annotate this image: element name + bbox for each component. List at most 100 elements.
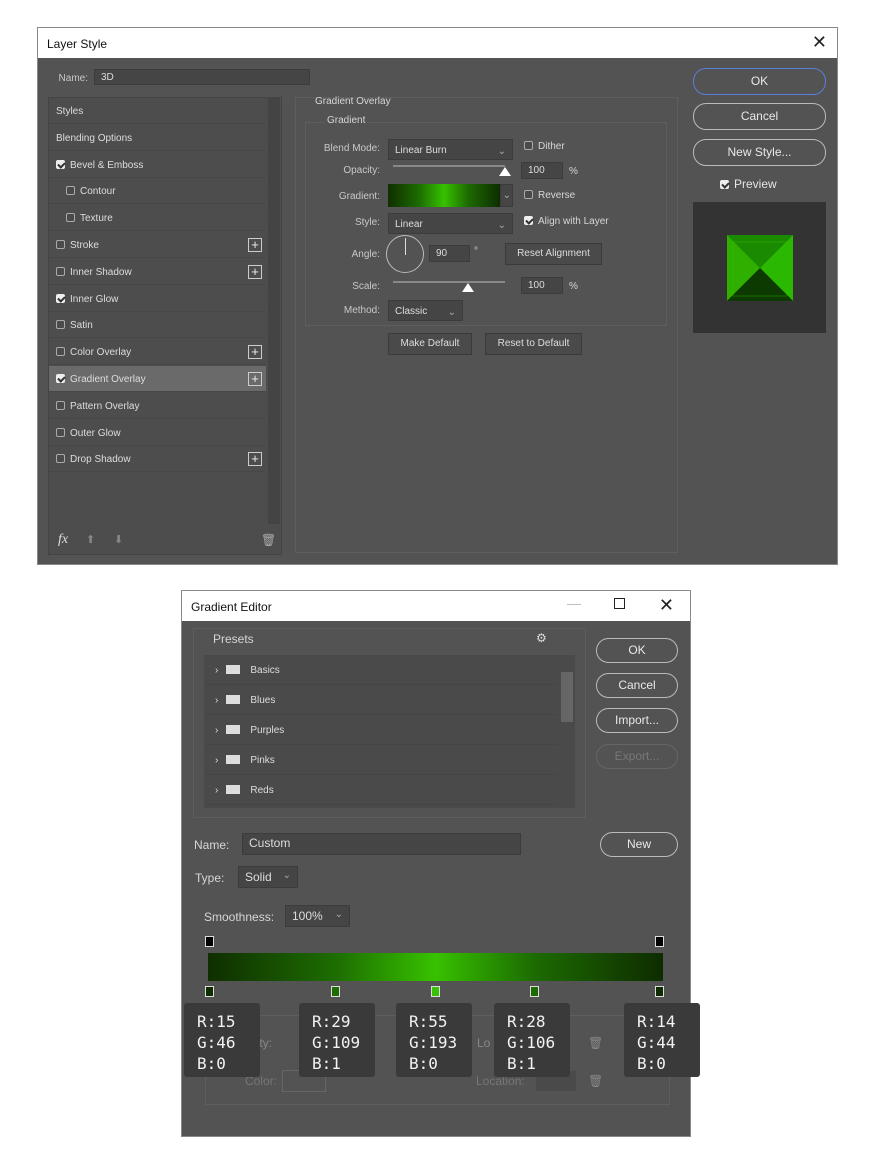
method-select[interactable]: Classic ⌄	[388, 300, 463, 321]
name-input[interactable]: 3D	[94, 69, 310, 85]
scale-slider-thumb[interactable]	[461, 283, 474, 292]
checkbox-icon[interactable]	[66, 186, 75, 196]
style-item[interactable]: Inner Glow	[49, 286, 266, 312]
chevron-right-icon[interactable]: ›	[215, 725, 218, 736]
smoothness-select[interactable]: 100% ⌄	[285, 905, 350, 927]
trash-icon[interactable]: 🗑	[261, 533, 276, 547]
reset-alignment-button[interactable]: Reset Alignment	[505, 243, 602, 265]
style-item[interactable]: Gradient Overlay +	[49, 366, 266, 392]
smoothness-value: 100%	[292, 909, 323, 923]
ok-button[interactable]: OK	[693, 68, 826, 95]
checkbox-icon[interactable]	[66, 213, 75, 223]
move-down-icon[interactable]: ⬇	[114, 533, 123, 546]
color-stop-tooltip: R:15 G:46 B:0	[184, 1003, 260, 1077]
color-stop[interactable]	[331, 986, 340, 997]
maximize-icon[interactable]	[614, 598, 625, 609]
angle-input[interactable]: 90	[429, 245, 470, 262]
new-style-button[interactable]: New Style...	[693, 139, 826, 166]
name-input[interactable]: Custom	[242, 833, 521, 855]
angle-dial[interactable]	[386, 235, 424, 273]
scale-input[interactable]: 100	[521, 277, 563, 294]
opacity-input[interactable]: 100	[521, 162, 563, 179]
new-button[interactable]: New	[600, 832, 678, 857]
color-stop[interactable]	[205, 986, 214, 997]
fx-button[interactable]: fx	[58, 532, 68, 548]
align-with-layer-checkbox[interactable]: Align with Layer	[524, 216, 609, 227]
checkbox-checked-icon[interactable]	[56, 293, 65, 303]
opacity-slider[interactable]	[393, 165, 505, 167]
color-stop[interactable]	[530, 986, 539, 997]
style-item[interactable]: Color Overlay +	[49, 339, 266, 366]
style-item[interactable]: Styles	[49, 98, 266, 124]
list-scrollbar[interactable]	[268, 98, 280, 524]
chevron-right-icon[interactable]: ›	[215, 695, 218, 706]
add-icon[interactable]: +	[248, 238, 262, 252]
presets-scrollbar[interactable]	[561, 672, 573, 722]
add-icon[interactable]: +	[248, 264, 262, 279]
preset-folder[interactable]: › Blues	[205, 686, 557, 715]
style-item-label: Inner Glow	[70, 293, 119, 305]
checkbox-checked-icon[interactable]	[56, 374, 65, 383]
style-item[interactable]: Inner Shadow +	[49, 259, 266, 285]
color-stop[interactable]	[431, 986, 440, 997]
gear-icon[interactable]: ⚙	[536, 631, 547, 645]
import-button[interactable]: Import...	[596, 708, 678, 733]
close-icon[interactable]: ✕	[659, 595, 674, 616]
preset-folder[interactable]: › Purples	[205, 716, 557, 745]
folder-icon	[226, 725, 241, 734]
checkbox-icon[interactable]	[56, 400, 65, 410]
gradient-bar[interactable]	[208, 953, 663, 981]
style-item-label: Blending Options	[56, 132, 133, 144]
preset-folder-label: Reds	[250, 785, 274, 796]
style-item[interactable]: Drop Shadow +	[49, 446, 266, 473]
chevron-right-icon[interactable]: ›	[215, 665, 218, 676]
checkbox-icon[interactable]	[56, 347, 65, 357]
minimize-icon[interactable]: —	[567, 595, 581, 611]
ok-button[interactable]: OK	[596, 638, 678, 663]
move-up-icon[interactable]: ⬆	[86, 533, 95, 546]
style-item[interactable]: Texture	[49, 205, 266, 232]
style-item[interactable]: Satin	[49, 312, 266, 339]
cancel-button[interactable]: Cancel	[596, 673, 678, 698]
reset-to-default-button[interactable]: Reset to Default	[485, 333, 582, 355]
checkbox-icon[interactable]	[56, 427, 65, 437]
rgb-value: B:1	[507, 1054, 536, 1073]
dither-checkbox[interactable]: Dither	[524, 141, 565, 152]
chevron-right-icon[interactable]: ›	[215, 785, 218, 796]
preset-folder[interactable]: › Reds	[205, 776, 557, 805]
gradient-dropdown[interactable]: ⌄	[500, 184, 513, 207]
chevron-right-icon[interactable]: ›	[215, 755, 218, 766]
style-item[interactable]: Bevel & Emboss	[49, 152, 266, 178]
opacity-stop[interactable]	[205, 936, 214, 947]
dither-label: Dither	[538, 141, 565, 152]
preset-folder-label: Basics	[250, 665, 280, 676]
style-item[interactable]: Pattern Overlay	[49, 393, 266, 419]
style-item[interactable]: Blending Options	[49, 125, 266, 151]
blend-mode-select[interactable]: Linear Burn ⌄	[388, 139, 513, 160]
checkbox-icon[interactable]	[56, 454, 65, 464]
cancel-button[interactable]: Cancel	[693, 103, 826, 130]
checkbox-icon[interactable]	[56, 240, 65, 249]
opacity-stop[interactable]	[655, 936, 664, 947]
preview-checkbox[interactable]: Preview	[720, 177, 777, 191]
gradient-preview[interactable]	[388, 184, 500, 207]
type-select[interactable]: Solid ⌄	[238, 866, 298, 888]
make-default-button[interactable]: Make Default	[388, 333, 472, 355]
style-select[interactable]: Linear ⌄	[388, 213, 513, 234]
opacity-slider-thumb[interactable]	[499, 167, 511, 176]
preset-folder[interactable]: › Pinks	[205, 746, 557, 775]
close-icon[interactable]: ✕	[812, 32, 827, 53]
add-icon[interactable]: +	[248, 452, 262, 467]
add-icon[interactable]: +	[248, 372, 262, 386]
style-item[interactable]: Stroke +	[49, 232, 266, 258]
checkbox-checked-icon[interactable]	[56, 159, 65, 169]
reverse-checkbox[interactable]: Reverse	[524, 190, 575, 201]
add-icon[interactable]: +	[248, 345, 262, 360]
color-stop[interactable]	[655, 986, 664, 997]
preset-folder[interactable]: › Basics	[205, 656, 557, 685]
scale-slider[interactable]	[393, 281, 505, 283]
checkbox-icon[interactable]	[56, 266, 65, 276]
checkbox-icon[interactable]	[56, 320, 65, 330]
style-item[interactable]: Outer Glow	[49, 420, 266, 446]
style-item[interactable]: Contour	[49, 178, 266, 205]
